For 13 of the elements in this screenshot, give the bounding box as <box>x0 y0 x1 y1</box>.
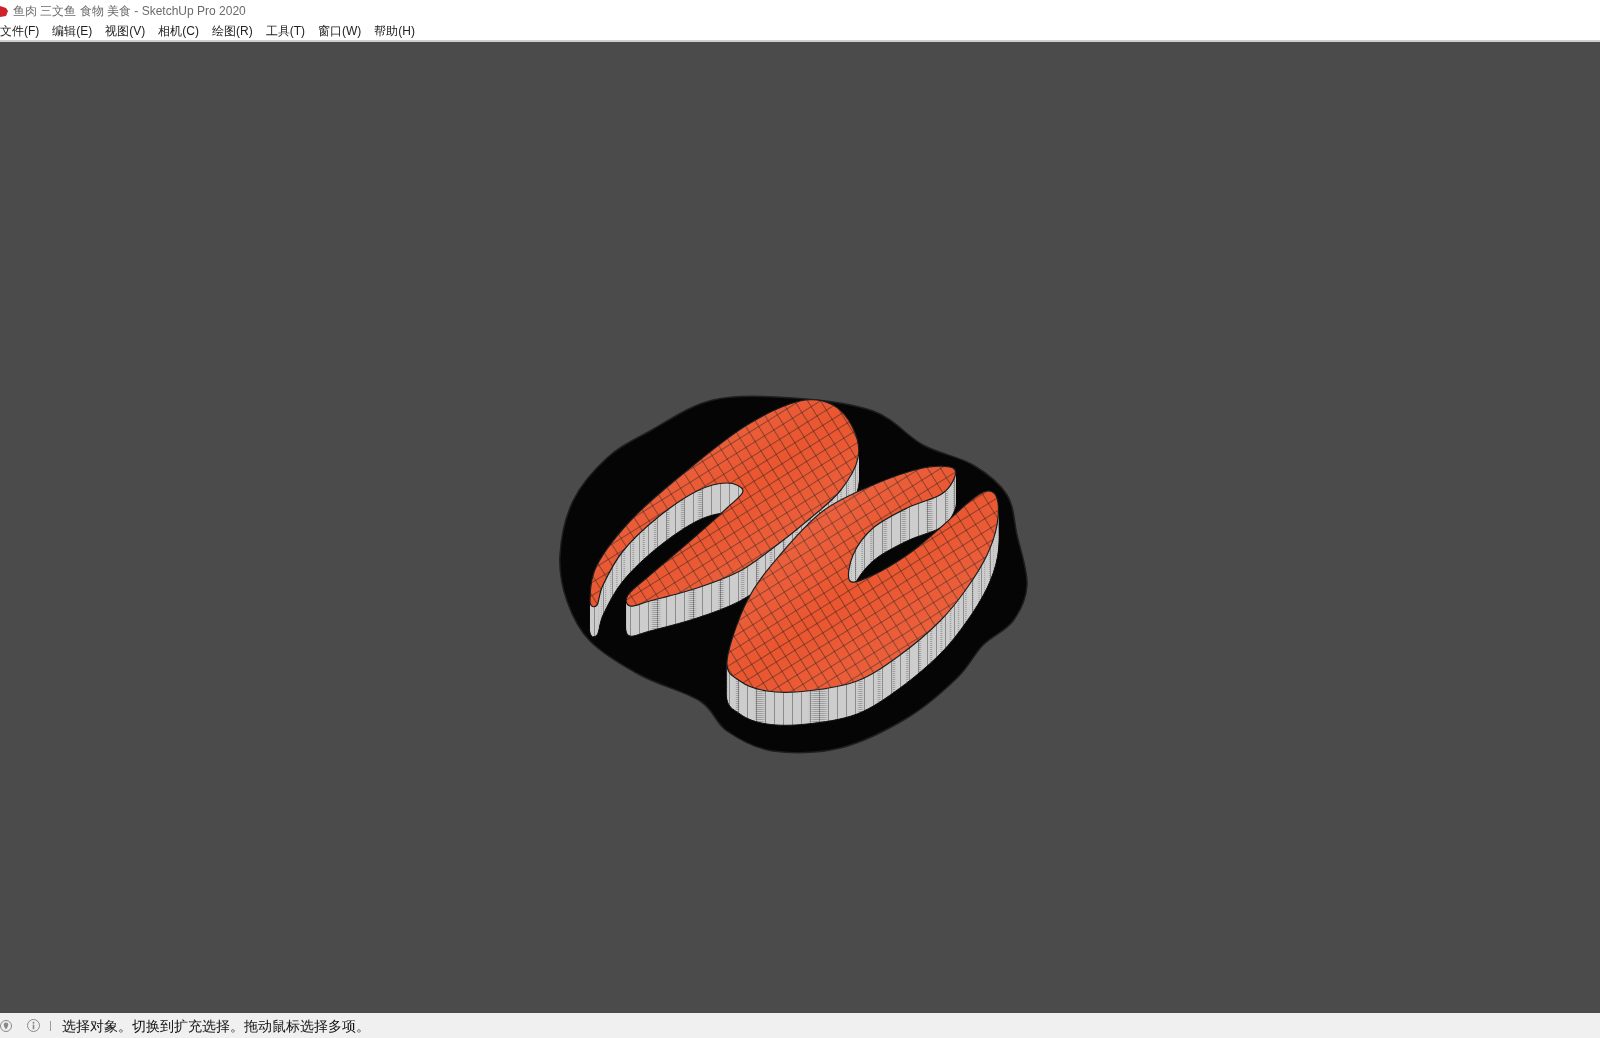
menu-item[interactable]: 视图(V) <box>105 23 146 38</box>
window-title: 鱼肉 三文鱼 食物 美食 - SketchUp Pro 2020 <box>13 3 246 18</box>
location-pin-icon <box>0 1019 12 1032</box>
menu-item[interactable]: 文件(F) <box>0 23 40 38</box>
menu-item[interactable]: 相机(C) <box>158 23 199 38</box>
info-icon <box>27 1019 40 1032</box>
menu-item[interactable]: 帮助(H) <box>374 23 415 38</box>
menu-item[interactable]: 绘图(R) <box>212 23 253 38</box>
menu-item[interactable]: 工具(T) <box>265 23 305 38</box>
menu-item[interactable]: 编辑(E) <box>52 23 93 38</box>
app-logo-icon <box>0 4 8 17</box>
menu-item[interactable]: 窗口(W) <box>318 23 362 38</box>
status-message: 选择对象。切换到扩充选择。拖动鼠标选择多项。 <box>62 1017 370 1034</box>
